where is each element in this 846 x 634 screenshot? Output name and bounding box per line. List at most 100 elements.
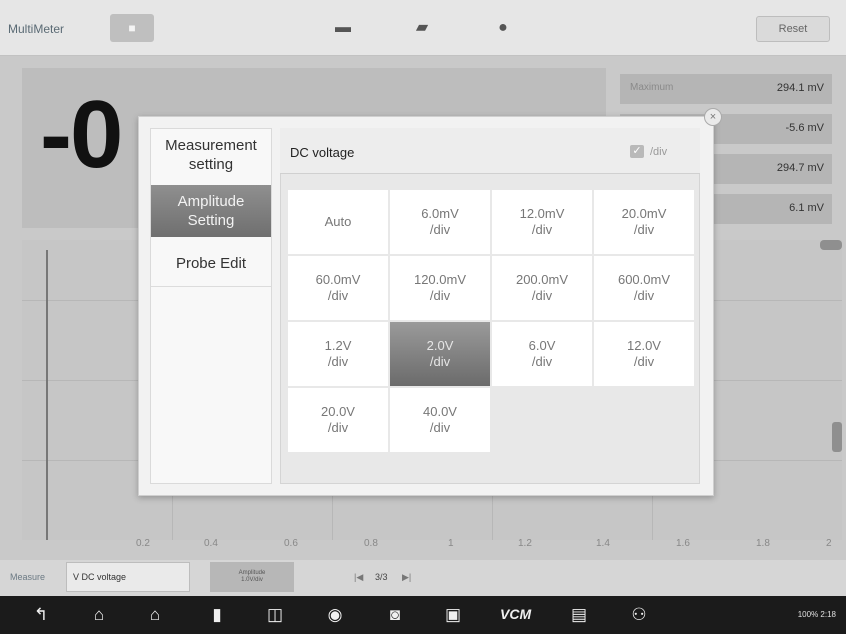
amplitude-option[interactable]: 12.0V /div [594,322,694,386]
split-screen-icon[interactable]: ◫ [262,604,288,626]
option-unit: /div [429,222,451,237]
option-label: 20.0mV [621,206,667,221]
menu-item-label: Amplitude [177,193,245,210]
option-unit: /div [531,354,553,369]
menu-item-probe-edit[interactable]: Probe Edit [151,241,271,287]
amplitude-option[interactable]: 60.0mV /div [288,256,388,320]
amplitude-option[interactable]: 40.0V /div [390,388,490,452]
amplitude-option[interactable]: 20.0mV /div [594,190,694,254]
stat-value: 294.1 mV [776,82,824,94]
x-tick-label: 2 [826,538,832,549]
stat-row-maximum: Maximum 294.1 mV [620,74,832,104]
div-checkbox-label: /div [650,146,668,158]
option-unit: /div [531,288,553,303]
option-unit: /div [429,354,451,369]
system-status: 100% 2:18 [797,610,836,619]
menu-item-label: Probe Edit [175,255,247,272]
measure-mode-select[interactable]: V DC voltage [66,562,190,592]
system-navigation-bar [0,596,846,634]
menu-item-label: Setting [187,212,235,229]
div-checkbox[interactable]: ✓ [630,145,644,158]
x-tick-label: 1.4 [596,538,610,549]
settings-side-menu: Measurement setting Amplitude Setting Pr… [150,128,272,484]
option-unit: /div [633,222,655,237]
option-label: 60.0mV [315,272,361,287]
menu-item-label: setting [188,156,234,173]
page-indicator: 3/3 [375,572,388,582]
next-page-button[interactable]: ▶| [402,572,411,583]
measure-label: Measure [10,572,46,582]
option-unit: /div [327,354,349,369]
reset-button[interactable]: Reset [756,16,830,42]
content-title: DC voltage [290,145,355,160]
graph-side-handle[interactable] [832,422,842,452]
menu-item-measurement-setting[interactable]: Measurement setting [151,129,271,181]
menu-item-label: Measurement [165,137,257,154]
amplitude-button[interactable]: Amplitude 1.0V/div [210,562,294,592]
camera-icon[interactable]: ◙ [382,604,408,626]
option-label: Auto [324,214,352,229]
amplitude-option[interactable]: 120.0mV /div [390,256,490,320]
amplitude-option[interactable]: 6.0V /div [492,322,592,386]
stat-label: Maximum [630,82,674,93]
x-tick-label: 0.4 [204,538,218,549]
option-unit: /div [429,288,451,303]
option-label: 1.2V [324,338,352,353]
option-label: 12.0mV [519,206,565,221]
stat-value: 294.7 mV [776,162,824,174]
x-tick-label: 0.6 [284,538,298,549]
graph-drag-handle[interactable] [820,240,842,250]
save-icon[interactable]: ▬ [334,19,352,37]
amplitude-option[interactable]: 600.0mV /div [594,256,694,320]
option-label: 600.0mV [617,272,671,287]
close-icon[interactable]: × [704,108,722,126]
remote-expert-icon[interactable]: ⚇ [626,604,652,626]
prev-page-button[interactable]: |◀ [354,572,363,583]
amplitude-option-auto[interactable]: Auto [288,190,388,254]
amplitude-option[interactable]: 12.0mV /div [492,190,592,254]
app-title: MultiMeter [8,22,65,36]
option-label: 2.0V [426,338,454,353]
reading-value: -0 [40,81,123,188]
amplitude-option[interactable]: 200.0mV /div [492,256,592,320]
stat-value: 6.1 mV [789,202,824,214]
option-label: 6.0mV [421,206,459,221]
y-axis [46,250,48,540]
home-icon[interactable]: ⌂ [86,604,112,626]
browser-icon[interactable]: ◉ [322,604,348,626]
option-unit: /div [327,288,349,303]
option-label: 200.0mV [515,272,569,287]
recent-apps-icon[interactable]: ▮ [204,604,230,626]
amplitude-option[interactable]: 1.2V /div [288,322,388,386]
option-unit: /div [327,420,349,435]
car-icon[interactable]: ▤ [566,604,592,626]
x-tick-label: 1 [448,538,454,549]
settings-icon[interactable]: ● [494,19,512,37]
x-tick-label: 1.2 [518,538,532,549]
x-tick-label: 0.2 [136,538,150,549]
amplitude-button-value: 1.0V/div [241,577,263,583]
amplitude-option[interactable]: 20.0V /div [288,388,388,452]
option-unit: /div [633,288,655,303]
amplitude-button-label: Amplitude [238,570,266,576]
option-label: 12.0V [627,338,661,353]
amplitude-option-selected[interactable]: 2.0V /div [390,322,490,386]
option-label: 40.0V [423,404,457,419]
option-label: 120.0mV [413,272,467,287]
option-unit: /div [429,420,451,435]
option-unit: /div [633,354,655,369]
menu-item-amplitude-setting[interactable]: Amplitude Setting [151,185,271,237]
stat-value: -5.6 mV [785,122,824,134]
option-unit: /div [531,222,553,237]
folder-icon[interactable]: ▰ [413,19,431,37]
amplitude-option[interactable]: 6.0mV /div [390,190,490,254]
x-tick-label: 0.8 [364,538,378,549]
option-label: 20.0V [321,404,355,419]
display-icon[interactable]: ▣ [440,604,466,626]
back-icon[interactable]: ↰ [28,604,54,626]
vci-icon[interactable]: VCM [500,606,531,622]
option-label: 6.0V [528,338,556,353]
x-tick-label: 1.8 [756,538,770,549]
stop-icon: ■ [128,21,136,35]
house-icon[interactable]: ⌂ [142,604,168,626]
